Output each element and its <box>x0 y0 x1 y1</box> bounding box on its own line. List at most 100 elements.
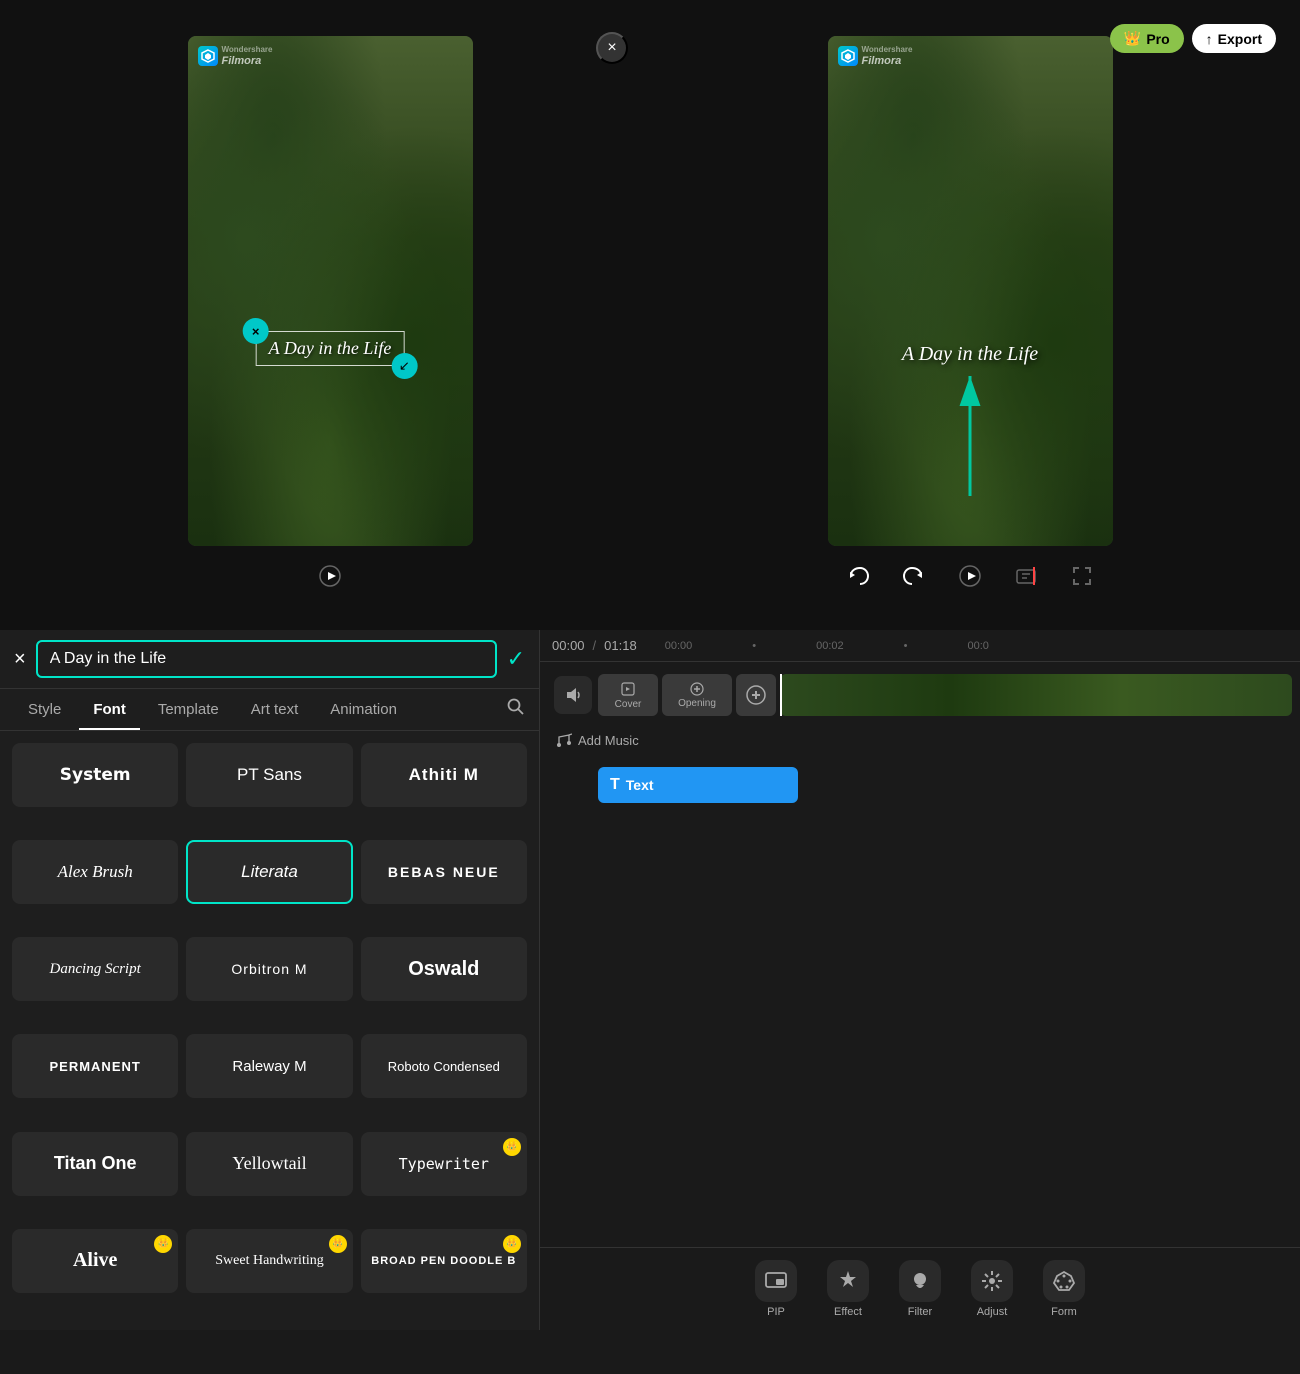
top-controls: 👑 Pro ↑ Export <box>1110 24 1276 53</box>
ruler-mark-3: • <box>904 640 908 652</box>
font-cell-permanent[interactable]: PERMANENT <box>12 1034 178 1098</box>
effect-tool-button[interactable]: Effect <box>827 1260 869 1318</box>
font-cell-athiti-m[interactable]: Athiti M <box>361 743 527 807</box>
track-area-video: Cover Opening <box>598 670 1292 720</box>
text-overlay-right[interactable]: A Day in the Life <box>902 343 1038 366</box>
overlay-text-right: A Day in the Life <box>902 343 1038 365</box>
redo-button[interactable] <box>896 558 932 594</box>
pip-tool-button[interactable]: PIP <box>755 1260 797 1318</box>
export-label: Export <box>1218 31 1262 47</box>
overlay-text-left: A Day in the Life <box>269 338 392 358</box>
broad-pen-doodle-pro-badge: 👑 <box>503 1235 521 1253</box>
pip-icon <box>755 1260 797 1302</box>
adjust-label: Adjust <box>977 1306 1008 1318</box>
tab-font[interactable]: Font <box>79 689 139 730</box>
text-input-field[interactable] <box>36 640 497 678</box>
right-panel: 00:00 / 01:18 00:00 • 00:02 • 00:0 <box>540 630 1300 1330</box>
font-cell-alex-brush[interactable]: Alex Brush <box>12 840 178 904</box>
cc-button[interactable] <box>1008 558 1044 594</box>
font-cell-system[interactable]: System <box>12 743 178 807</box>
add-music-row[interactable]: Add Music <box>548 726 1292 754</box>
text-track-icon: T <box>610 776 620 794</box>
font-cell-literata[interactable]: Literata <box>186 840 352 904</box>
font-cell-broad-pen-doodle[interactable]: BROAD PEN DOODLE B 👑 <box>361 1229 527 1293</box>
filter-icon <box>899 1260 941 1302</box>
confirm-text-button[interactable]: ✓ <box>507 646 525 672</box>
ruler-mark-0: 00:00 <box>665 640 693 652</box>
close-preview-button[interactable]: × <box>596 32 628 64</box>
font-cell-sweet-handwriting[interactable]: Sweet Handwriting 👑 <box>186 1229 352 1293</box>
opening-label: Opening <box>678 698 716 709</box>
tab-art-text[interactable]: Art text <box>237 689 313 730</box>
fullscreen-button[interactable] <box>1064 558 1100 594</box>
video-strip[interactable] <box>780 674 1292 716</box>
text-track-label: Text <box>626 777 654 793</box>
font-cell-bebas-neue[interactable]: BEBAS NEUE <box>361 840 527 904</box>
text-overlay-left[interactable]: × A Day in the Life ↙ <box>256 331 405 366</box>
video-track: Cover Opening <box>548 670 1292 720</box>
tab-template[interactable]: Template <box>144 689 233 730</box>
wondershare-text-left: Wondershare <box>222 46 273 55</box>
export-icon: ↑ <box>1206 31 1213 47</box>
font-cell-raleway-m[interactable]: Raleway M <box>186 1034 352 1098</box>
cover-block[interactable]: Cover <box>598 674 658 716</box>
timeline-playhead <box>780 674 782 716</box>
video-frame-right: Wondershare Filmora A Day in the Life <box>828 36 1113 546</box>
font-cell-alive[interactable]: Alive 👑 <box>12 1229 178 1293</box>
text-input-bar: × ✓ <box>0 630 539 689</box>
undo-button[interactable] <box>840 558 876 594</box>
filmora-text-left: Filmora <box>222 55 273 67</box>
font-cell-orbitron-m[interactable]: Orbitron M <box>186 937 352 1001</box>
pro-label: Pro <box>1146 31 1169 47</box>
bottom-toolbar: PIP Effect Filter Adjust <box>540 1247 1300 1330</box>
sweet-handwriting-pro-badge: 👑 <box>329 1235 347 1253</box>
tab-animation[interactable]: Animation <box>316 689 411 730</box>
filmora-text-right: Filmora <box>862 55 913 67</box>
timeline-current-time: 00:00 <box>552 638 585 653</box>
volume-button[interactable] <box>554 676 592 714</box>
form-tool-button[interactable]: Form <box>1043 1260 1085 1318</box>
opening-block[interactable]: Opening <box>662 674 732 716</box>
font-search-button[interactable] <box>507 698 525 721</box>
bottom-section: × ✓ Style Font Template Art text Animati… <box>0 630 1300 1330</box>
ruler-mark-2: 00:02 <box>816 640 844 652</box>
preview-left: × Wondershare Filmora × A Day in the Lif… <box>16 16 644 614</box>
font-cell-oswald[interactable]: Oswald <box>361 937 527 1001</box>
tabs-bar: Style Font Template Art text Animation <box>0 689 539 731</box>
watermark-right: Wondershare Filmora <box>838 46 913 67</box>
ruler-mark-4: 00:0 <box>968 640 989 652</box>
track-area-text: T Text <box>598 760 1292 810</box>
export-button[interactable]: ↑ Export <box>1192 24 1276 53</box>
form-icon <box>1043 1260 1085 1302</box>
preview-right: 👑 Pro ↑ Export Wondershare Filmora <box>656 16 1284 614</box>
timeline-ruler: 00:00 • 00:02 • 00:0 <box>645 640 1288 652</box>
play-button-right[interactable] <box>952 558 988 594</box>
play-button-left[interactable] <box>312 558 348 594</box>
timeline-total-time: 01:18 <box>604 638 637 653</box>
font-cell-pt-sans[interactable]: PT Sans <box>186 743 352 807</box>
text-track-block[interactable]: T Text <box>598 767 798 803</box>
font-cell-dancing-script[interactable]: Dancing Script <box>12 937 178 1001</box>
filter-tool-button[interactable]: Filter <box>899 1260 941 1318</box>
pro-button[interactable]: 👑 Pro <box>1110 24 1184 53</box>
editor-close-button[interactable]: × <box>14 648 26 671</box>
filmora-icon-right <box>838 46 858 66</box>
font-cell-titan-one[interactable]: Titan One <box>12 1132 178 1196</box>
adjust-tool-button[interactable]: Adjust <box>971 1260 1013 1318</box>
font-cell-yellowtail[interactable]: Yellowtail <box>186 1132 352 1196</box>
video-frame-left: Wondershare Filmora × A Day in the Life … <box>188 36 473 546</box>
pip-label: PIP <box>767 1306 785 1318</box>
text-close-button[interactable]: × <box>243 318 269 344</box>
font-cell-typewriter[interactable]: Typewriter 👑 <box>361 1132 527 1196</box>
add-music-label: Add Music <box>578 733 639 748</box>
add-block[interactable] <box>736 674 776 716</box>
foliage-bg-right <box>828 36 1113 546</box>
foliage-bg <box>188 36 473 546</box>
track-controls-video <box>548 676 598 714</box>
font-grid: System PT Sans Athiti M Alex Brush Liter… <box>0 731 539 1330</box>
font-cell-roboto-condensed[interactable]: Roboto Condensed <box>361 1034 527 1098</box>
watermark-left: Wondershare Filmora <box>198 46 273 67</box>
form-label: Form <box>1051 1306 1077 1318</box>
tab-style[interactable]: Style <box>14 689 75 730</box>
text-resize-button[interactable]: ↙ <box>391 353 417 379</box>
